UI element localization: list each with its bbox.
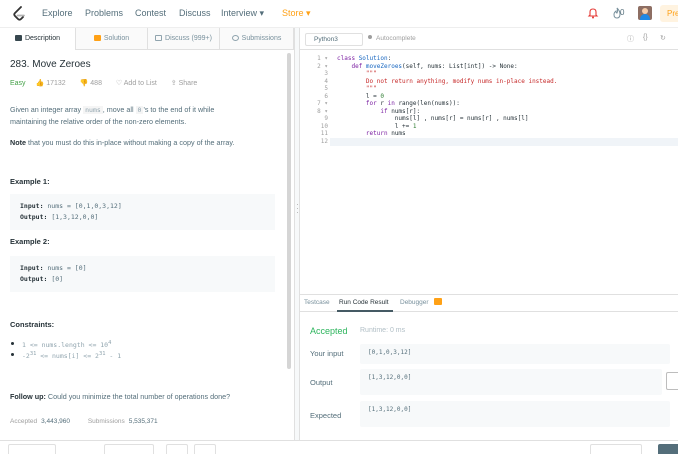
pick-one-button[interactable] [104, 444, 154, 454]
top-nav: Explore Problems Contest Discuss Intervi… [0, 0, 678, 28]
difficulty-badge: Easy [10, 80, 26, 87]
avatar[interactable] [638, 6, 652, 20]
tab-discuss[interactable]: Discuss (999+) [148, 28, 220, 50]
autocomplete-toggle[interactable]: Autocomplete [368, 35, 416, 42]
run-code-button[interactable] [590, 444, 642, 454]
constraint-2: -231 <= nums[i] <= 231 - 1 [10, 351, 122, 361]
constraints-title: Constraints: [10, 320, 55, 329]
problem-panel: Description Solution Discuss (999+) Subm… [0, 28, 294, 440]
acceptance-stats: Accepted 3,443,960 Submissions 5,535,371 [10, 418, 158, 425]
share-button[interactable]: ⇪ Share [171, 80, 204, 87]
line-numbers: 1 ▾ 2 ▾ 3 4 5 6 7 ▾ 8 ▾ 9 10 11 12 [317, 55, 328, 145]
problem-description: Given an integer array nums, move all 0 '… [10, 105, 215, 126]
your-input-label: Your input [310, 349, 344, 358]
problem-tabs: Description Solution Discuss (999+) Subm… [0, 28, 294, 50]
problem-meta: Easy 👍 17132 👎 488 ♡ Add to List ⇪ Share [10, 79, 209, 87]
add-to-list-button[interactable]: ♡ Add to List [116, 80, 163, 87]
follow-up: Follow up: Could you minimize the total … [10, 392, 231, 401]
example-2-title: Example 2: [10, 237, 50, 246]
runtime-text: Runtime: 0 ms [360, 327, 406, 334]
nav-contest[interactable]: Contest [135, 8, 166, 18]
tab-debugger[interactable]: Debugger [400, 299, 429, 306]
diff-button[interactable] [666, 372, 678, 390]
nav-interview[interactable]: Interview ▾ [221, 8, 264, 19]
leetcode-logo[interactable] [12, 6, 26, 22]
reset-icon[interactable]: ↻ [660, 34, 666, 42]
result-status: Accepted [310, 326, 348, 336]
scrollbar[interactable] [287, 53, 291, 369]
nav-store[interactable]: Store ▾ [282, 8, 311, 19]
your-input-value: [0,1,0,3,12] [360, 344, 670, 364]
nav-explore[interactable]: Explore [42, 8, 73, 18]
dislike-button[interactable]: 👎 488 [80, 80, 108, 87]
clock-icon [231, 35, 239, 41]
tab-testcase[interactable]: Testcase [304, 299, 330, 306]
active-line-highlight [330, 138, 678, 146]
problems-button[interactable] [8, 444, 56, 454]
lock-icon [93, 35, 101, 41]
problem-title: 283. Move Zeroes [10, 59, 91, 70]
output-label: Output [310, 378, 333, 387]
info-icon[interactable]: ⓘ [627, 34, 634, 44]
output-value: [1,3,12,0,0] [360, 369, 662, 395]
example-2-box: Input: nums = [0] Output: [0] [10, 256, 275, 292]
expected-value: [1,3,12,0,0] [360, 401, 670, 427]
example-1-title: Example 1: [10, 177, 50, 186]
problem-note: Note that you must do this in-place with… [10, 138, 235, 147]
streak-count: 0 [620, 8, 625, 17]
tab-solution[interactable]: Solution [76, 28, 148, 50]
expected-label: Expected [310, 411, 342, 420]
tab-run-code-result[interactable]: Run Code Result [339, 299, 389, 306]
like-button[interactable]: 👍 17132 [36, 80, 72, 87]
bell-icon[interactable] [587, 7, 599, 19]
tab-submissions[interactable]: Submissions [220, 28, 294, 50]
prev-button[interactable] [166, 444, 188, 454]
description-icon [14, 35, 22, 41]
constraint-1: 1 <= nums.length <= 104 [10, 340, 112, 350]
code-content[interactable]: class Solution: def moveZeroes(self, num… [337, 55, 557, 138]
tab-description[interactable]: Description [0, 28, 76, 50]
bottom-bar [0, 440, 678, 454]
braces-icon[interactable]: {} [643, 34, 648, 41]
active-tab-indicator [337, 310, 393, 312]
premium-button[interactable]: Pre [660, 5, 678, 22]
next-button[interactable] [194, 444, 216, 454]
nav-discuss[interactable]: Discuss [179, 8, 211, 18]
example-1-box: Input: nums = [0,1,0,3,12] Output: [1,3,… [10, 194, 275, 230]
lock-icon [434, 298, 442, 305]
submit-button[interactable] [658, 444, 678, 454]
nav-problems[interactable]: Problems [85, 8, 123, 18]
language-select[interactable]: Python3 [305, 33, 363, 46]
discuss-icon [155, 35, 163, 41]
